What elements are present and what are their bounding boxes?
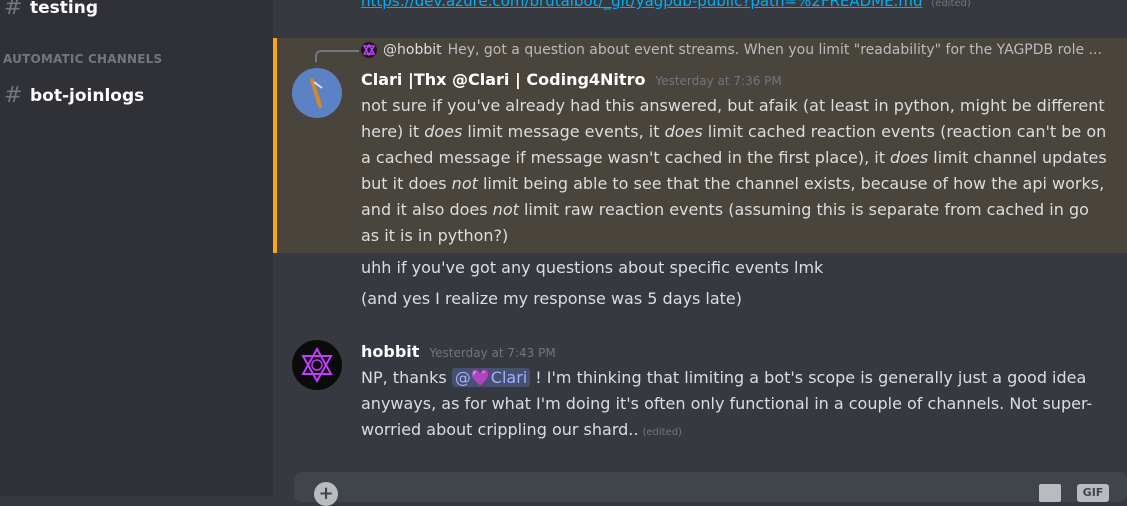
followup-message: uhh if you've got any questions about sp…	[361, 258, 824, 277]
hobbit-mini-avatar-icon	[361, 42, 377, 58]
mention-name: Clari	[490, 368, 528, 387]
edited-label: (edited)	[931, 0, 971, 9]
text-segment: NP, thanks	[361, 368, 452, 387]
channel-name: testing	[30, 0, 98, 18]
avatar[interactable]	[292, 68, 342, 118]
reply-spine	[315, 50, 359, 62]
category-automatic-channels[interactable]: AUTOMATIC CHANNELS	[3, 52, 162, 66]
hash-icon: #	[4, 0, 23, 20]
reply-reference[interactable]: @hobbit Hey, got a question about event …	[361, 42, 1121, 58]
edited-label: (edited)	[642, 427, 682, 438]
clari-avatar-icon	[310, 78, 323, 108]
hobbit-avatar-icon	[301, 346, 333, 384]
text-segment: limit message events, it	[462, 122, 665, 141]
reply-text: Hey, got a question about event streams.…	[447, 42, 1102, 58]
avatar[interactable]	[292, 340, 342, 390]
channel-bot-joinlogs[interactable]: # bot-joinlogs	[4, 84, 144, 108]
italic-word: does	[890, 148, 929, 167]
italic-word: not	[451, 174, 478, 193]
followup-message: (and yes I realize my response was 5 day…	[361, 289, 742, 308]
timestamp: Yesterday at 7:43 PM	[429, 346, 556, 360]
previous-message-link: https://dev.azure.com/brutalbot/_git/yag…	[361, 0, 971, 10]
author-name[interactable]: hobbit	[361, 342, 419, 361]
author-name[interactable]: Clari |Thx @Clari | Coding4Nitro	[361, 70, 645, 89]
channel-name: bot-joinlogs	[30, 86, 145, 106]
chat-area: https://dev.azure.com/brutalbot/_git/yag…	[273, 0, 1127, 506]
mention-at: @	[454, 368, 471, 387]
message-content: NP, thanks @💜Clari ! I'm thinking that l…	[361, 365, 1111, 446]
add-attachment-icon[interactable]: +	[314, 482, 338, 506]
message-composer[interactable]: + GIF	[294, 472, 1127, 506]
user-mention[interactable]: @💜Clari	[451, 368, 531, 387]
channel-testing[interactable]: # testing	[4, 0, 98, 20]
message-header: hobbit Yesterday at 7:43 PM	[361, 342, 556, 361]
gift-icon[interactable]	[1039, 484, 1061, 502]
purple-heart-icon: 💜	[470, 368, 491, 387]
reply-author[interactable]: @hobbit	[383, 42, 442, 58]
readme-link[interactable]: https://dev.azure.com/brutalbot/_git/yag…	[361, 0, 922, 10]
italic-word: does	[664, 122, 703, 141]
channel-sidebar: # testing AUTOMATIC CHANNELS # bot-joinl…	[0, 0, 273, 496]
timestamp: Yesterday at 7:36 PM	[655, 74, 782, 88]
italic-word: not	[492, 200, 519, 219]
message-content: not sure if you've already had this answ…	[361, 93, 1111, 249]
message-header: Clari |Thx @Clari | Coding4Nitro Yesterd…	[361, 70, 782, 89]
gif-button[interactable]: GIF	[1077, 484, 1109, 502]
italic-word: does	[424, 122, 463, 141]
hash-icon: #	[4, 83, 23, 108]
